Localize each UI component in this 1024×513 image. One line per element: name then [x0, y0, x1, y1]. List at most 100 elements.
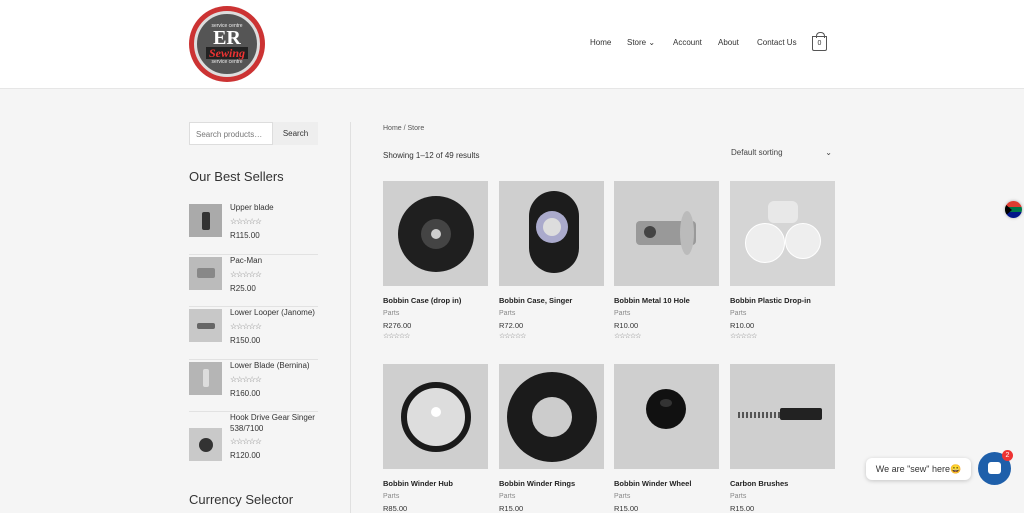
- product-image[interactable]: [383, 181, 488, 286]
- nav-store-label: Store: [627, 38, 647, 47]
- rating-stars: ☆☆☆☆☆: [730, 333, 757, 340]
- best-seller-name[interactable]: Hook Drive Gear Singer 538/7100: [230, 412, 320, 434]
- best-seller-price: R25.00: [230, 283, 256, 293]
- rating-stars: ☆☆☆☆☆: [614, 333, 641, 340]
- product-thumbnail[interactable]: [189, 361, 222, 395]
- breadcrumb[interactable]: Home / Store: [383, 125, 424, 132]
- product-title[interactable]: Bobbin Winder Wheel: [614, 479, 719, 488]
- logo-initials: ER: [213, 27, 241, 49]
- best-sellers-heading: Our Best Sellers: [189, 169, 284, 184]
- rating-stars: ☆☆☆☆☆: [230, 217, 262, 226]
- product-card[interactable]: Bobbin Case (drop in) Parts R276.00 ☆☆☆☆…: [383, 181, 488, 340]
- product-category[interactable]: Parts: [614, 493, 719, 500]
- logo-script: Sewing: [205, 47, 248, 59]
- product-title[interactable]: Bobbin Winder Hub: [383, 479, 488, 488]
- currency-selector-heading: Currency Selector: [189, 492, 294, 507]
- rating-stars: ☆☆☆☆☆: [230, 374, 262, 384]
- product-category[interactable]: Parts: [730, 310, 835, 317]
- best-seller-item[interactable]: Lower Looper (Janome) ☆☆☆☆☆ R150.00: [189, 307, 318, 360]
- best-seller-price: R115.00: [230, 231, 260, 240]
- product-card[interactable]: Bobbin Plastic Drop-in Parts R10.00 ☆☆☆☆…: [730, 181, 835, 340]
- product-title[interactable]: Bobbin Metal 10 Hole: [614, 296, 719, 305]
- logo-bottom-text: service centre: [211, 59, 243, 65]
- site-header: service centre ER Sewing service centre …: [0, 0, 1024, 89]
- product-image[interactable]: [383, 364, 488, 469]
- product-price: R85.00: [383, 504, 408, 513]
- best-seller-item[interactable]: Pac-Man ☆☆☆☆☆ R25.00: [189, 255, 320, 307]
- nav-store[interactable]: Store ⌄: [627, 38, 655, 47]
- sidebar-divider: [350, 122, 351, 513]
- rating-stars: ☆☆☆☆☆: [230, 269, 262, 279]
- nav-about[interactable]: About: [718, 38, 739, 47]
- product-card[interactable]: Bobbin Metal 10 Hole Parts R10.00 ☆☆☆☆☆: [614, 181, 719, 340]
- best-seller-item[interactable]: Upper blade ☆☆☆☆☆ R115.00: [189, 202, 318, 255]
- rating-stars: ☆☆☆☆☆: [383, 333, 410, 340]
- chat-icon: [988, 462, 1001, 474]
- product-title[interactable]: Bobbin Case, Singer: [499, 296, 604, 305]
- product-title[interactable]: Bobbin Case (drop in): [383, 296, 488, 305]
- logo-emblem: service centre ER Sewing service centre: [194, 11, 260, 77]
- product-price: R72.00: [499, 321, 524, 330]
- product-image[interactable]: [730, 364, 835, 469]
- product-thumbnail[interactable]: [189, 256, 222, 290]
- result-count: Showing 1–12 of 49 results: [383, 151, 480, 160]
- product-title[interactable]: Bobbin Plastic Drop-in: [730, 296, 835, 305]
- product-price: R15.00: [614, 504, 639, 513]
- product-price: R15.00: [499, 504, 524, 513]
- product-title[interactable]: Bobbin Winder Rings: [499, 479, 604, 488]
- product-image[interactable]: [614, 364, 719, 469]
- best-seller-price: R120.00: [230, 451, 261, 460]
- product-category[interactable]: Parts: [499, 310, 604, 317]
- product-price: R15.00: [730, 504, 755, 513]
- south-africa-flag-icon[interactable]: [1005, 201, 1022, 218]
- sort-select-value: Default sorting: [731, 148, 783, 157]
- nav-home[interactable]: Home: [590, 38, 611, 47]
- search-input[interactable]: Search products…: [189, 122, 273, 145]
- rating-stars: ☆☆☆☆☆: [499, 333, 526, 340]
- product-card[interactable]: Bobbin Winder Wheel Parts R15.00: [614, 364, 719, 513]
- product-image[interactable]: [499, 364, 604, 469]
- product-category[interactable]: Parts: [614, 310, 719, 317]
- chat-greeting-bubble[interactable]: We are "sew" here😀: [866, 458, 971, 480]
- product-card[interactable]: Bobbin Winder Hub Parts R85.00: [383, 364, 488, 513]
- best-seller-name[interactable]: Pac-Man: [230, 255, 320, 266]
- product-category[interactable]: Parts: [383, 493, 488, 500]
- product-card[interactable]: Bobbin Case, Singer Parts R72.00 ☆☆☆☆☆: [499, 181, 604, 340]
- product-card[interactable]: Bobbin Winder Rings Parts R15.00: [499, 364, 604, 513]
- best-seller-price: R160.00: [230, 388, 261, 398]
- product-price: R10.00: [614, 321, 639, 330]
- product-price: R10.00: [730, 321, 755, 330]
- product-card[interactable]: Carbon Brushes Parts R15.00: [730, 364, 835, 513]
- best-seller-name[interactable]: Lower Looper (Janome): [230, 307, 320, 318]
- best-sellers-list: Upper blade ☆☆☆☆☆ R115.00 Pac-Man ☆☆☆☆☆ …: [189, 202, 318, 477]
- best-seller-name[interactable]: Upper blade: [230, 202, 320, 213]
- product-thumbnail[interactable]: [189, 428, 222, 461]
- product-image[interactable]: [499, 181, 604, 286]
- chevron-down-icon: ⌄: [825, 148, 832, 157]
- chevron-down-icon: ⌄: [648, 38, 656, 47]
- search-button[interactable]: Search: [273, 122, 318, 145]
- nav-account[interactable]: Account: [673, 38, 702, 47]
- product-thumbnail[interactable]: [189, 204, 222, 237]
- cart-icon[interactable]: 0: [812, 32, 827, 51]
- product-title[interactable]: Carbon Brushes: [730, 479, 835, 488]
- nav-contact[interactable]: Contact Us: [757, 38, 797, 47]
- product-image[interactable]: [730, 181, 835, 286]
- product-category[interactable]: Parts: [499, 493, 604, 500]
- sort-select[interactable]: Default sorting ⌄: [731, 148, 834, 157]
- cart-count: 0: [817, 40, 822, 47]
- best-seller-name[interactable]: Lower Blade (Bernina): [230, 360, 320, 371]
- rating-stars: ☆☆☆☆☆: [230, 437, 262, 446]
- best-seller-item[interactable]: Lower Blade (Bernina) ☆☆☆☆☆ R160.00: [189, 360, 320, 412]
- chat-launcher-button[interactable]: 2: [978, 450, 1013, 485]
- best-seller-price: R150.00: [230, 336, 261, 345]
- rating-stars: ☆☆☆☆☆: [230, 322, 262, 331]
- best-seller-item[interactable]: Hook Drive Gear Singer 538/7100 ☆☆☆☆☆ R1…: [189, 412, 318, 477]
- product-price: R276.00: [383, 321, 412, 330]
- chat-notification-badge: 2: [1002, 450, 1013, 461]
- product-thumbnail[interactable]: [189, 309, 222, 342]
- site-logo[interactable]: service centre ER Sewing service centre: [189, 6, 265, 82]
- product-category[interactable]: Parts: [730, 493, 835, 500]
- product-category[interactable]: Parts: [383, 310, 488, 317]
- product-image[interactable]: [614, 181, 719, 286]
